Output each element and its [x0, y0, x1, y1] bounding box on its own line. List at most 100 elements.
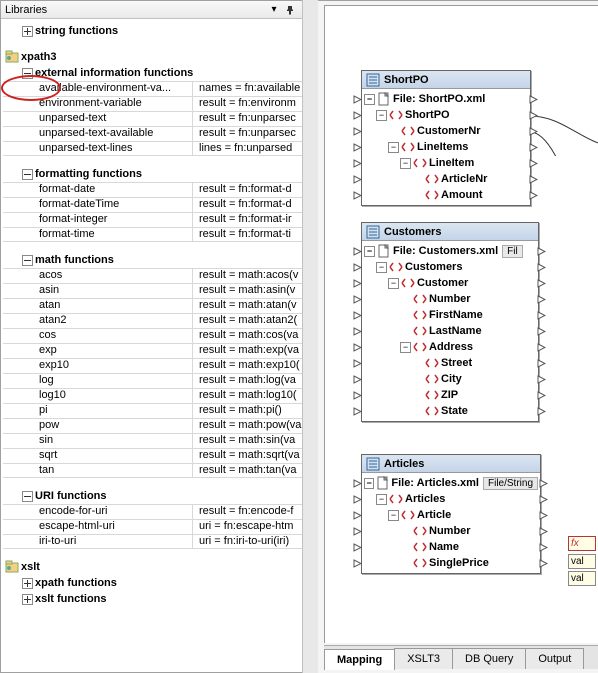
- function-row[interactable]: format-integerresult = fn:format-ir: [3, 212, 317, 227]
- tree-node[interactable]: SinglePrice: [364, 555, 538, 571]
- input-port[interactable]: [353, 279, 362, 288]
- input-port[interactable]: [353, 407, 362, 416]
- tree-node[interactable]: −Customers: [364, 259, 536, 275]
- function-row[interactable]: unparsed-textresult = fn:unparsec: [3, 111, 317, 126]
- panel-pin-icon[interactable]: [283, 3, 297, 17]
- input-port[interactable]: [353, 263, 362, 272]
- tree-node[interactable]: ArticleNr: [364, 171, 528, 187]
- function-row[interactable]: expresult = math:exp(va: [3, 343, 317, 358]
- function-row[interactable]: format-dateTimeresult = fn:format-d: [3, 197, 317, 212]
- output-port[interactable]: [537, 327, 546, 336]
- tree-node[interactable]: −ShortPO: [364, 107, 528, 123]
- output-port[interactable]: [529, 95, 538, 104]
- output-port[interactable]: [539, 559, 548, 568]
- input-port[interactable]: [353, 327, 362, 336]
- tree-expand-icon[interactable]: −: [388, 510, 399, 521]
- tree-node[interactable]: Number: [364, 291, 536, 307]
- tree-node[interactable]: FirstName: [364, 307, 536, 323]
- tree-node[interactable]: −Address: [364, 339, 536, 355]
- output-port[interactable]: [529, 111, 538, 120]
- file-chip[interactable]: File/String: [483, 477, 538, 490]
- tree-expand-icon[interactable]: −: [364, 478, 374, 489]
- output-port[interactable]: [529, 127, 538, 136]
- category-node[interactable]: formatting functions: [3, 166, 317, 182]
- input-port[interactable]: [353, 247, 362, 256]
- input-port[interactable]: [353, 127, 362, 136]
- function-fx[interactable]: fx: [568, 536, 596, 551]
- function-row[interactable]: acosresult = math:acos(v: [3, 268, 317, 283]
- output-port[interactable]: [529, 191, 538, 200]
- function-row[interactable]: format-dateresult = fn:format-d: [3, 182, 317, 197]
- function-value1[interactable]: val: [568, 554, 596, 569]
- output-port[interactable]: [537, 263, 546, 272]
- input-port[interactable]: [353, 527, 362, 536]
- function-row[interactable]: sinresult = math:sin(va: [3, 433, 317, 448]
- tree-expand-icon[interactable]: −: [400, 158, 411, 169]
- input-port[interactable]: [353, 175, 362, 184]
- tree-expand-icon[interactable]: −: [376, 110, 387, 121]
- tree-node[interactable]: −Articles: [364, 491, 538, 507]
- function-row[interactable]: log10result = math:log10(: [3, 388, 317, 403]
- function-row[interactable]: tanresult = math:tan(va: [3, 463, 317, 478]
- schema-title[interactable]: Articles: [362, 455, 540, 473]
- file-row[interactable]: −File: ShortPO.xml: [364, 91, 528, 107]
- tree-expand-icon[interactable]: −: [376, 494, 387, 505]
- output-port[interactable]: [537, 375, 546, 384]
- collapse-icon[interactable]: [21, 490, 33, 502]
- input-port[interactable]: [353, 311, 362, 320]
- tree-node[interactable]: City: [364, 371, 536, 387]
- function-row[interactable]: encode-for-uriresult = fn:encode-f: [3, 504, 317, 519]
- output-port[interactable]: [539, 543, 548, 552]
- schema-articles[interactable]: Articles −File: Articles.xmlFile/String−…: [361, 454, 541, 574]
- tree-node[interactable]: State: [364, 403, 536, 419]
- output-port[interactable]: [537, 311, 546, 320]
- function-value2[interactable]: val: [568, 571, 596, 586]
- collapse-icon[interactable]: [21, 168, 33, 180]
- function-row[interactable]: cosresult = math:cos(va: [3, 328, 317, 343]
- function-row[interactable]: unparsed-text-lineslines = fn:unparsed: [3, 141, 317, 156]
- input-port[interactable]: [353, 343, 362, 352]
- input-port[interactable]: [353, 559, 362, 568]
- input-port[interactable]: [353, 191, 362, 200]
- tree-node[interactable]: LastName: [364, 323, 536, 339]
- file-chip[interactable]: Fil: [502, 245, 523, 258]
- tree-node[interactable]: Name: [364, 539, 538, 555]
- input-port[interactable]: [353, 511, 362, 520]
- output-port[interactable]: [537, 343, 546, 352]
- input-port[interactable]: [353, 159, 362, 168]
- input-port[interactable]: [353, 479, 362, 488]
- function-row[interactable]: powresult = math:pow(va: [3, 418, 317, 433]
- category-node[interactable]: external information functions: [3, 65, 317, 81]
- input-port[interactable]: [353, 495, 362, 504]
- tree-node[interactable]: ZIP: [364, 387, 536, 403]
- function-row[interactable]: available-environment-va...names = fn:av…: [3, 81, 317, 96]
- tree-expand-icon[interactable]: −: [400, 342, 411, 353]
- output-port[interactable]: [537, 391, 546, 400]
- schema-customers[interactable]: Customers −File: Customers.xmlFil−Custom…: [361, 222, 539, 422]
- input-port[interactable]: [353, 111, 362, 120]
- file-row[interactable]: −File: Customers.xmlFil: [364, 243, 536, 259]
- tree-node[interactable]: −Article: [364, 507, 538, 523]
- output-port[interactable]: [537, 407, 546, 416]
- output-port[interactable]: [539, 495, 548, 504]
- function-row[interactable]: piresult = math:pi(): [3, 403, 317, 418]
- tree-node[interactable]: −Customer: [364, 275, 536, 291]
- collapse-icon[interactable]: [21, 254, 33, 266]
- tab-xslt3[interactable]: XSLT3: [394, 648, 453, 669]
- tree-expand-icon[interactable]: −: [388, 142, 399, 153]
- tree-node[interactable]: CustomerNr: [364, 123, 528, 139]
- expand-icon[interactable]: [21, 593, 33, 605]
- schema-shortpo[interactable]: ShortPO −File: ShortPO.xml−ShortPOCustom…: [361, 70, 531, 206]
- file-row[interactable]: −File: Articles.xmlFile/String: [364, 475, 538, 491]
- input-port[interactable]: [353, 543, 362, 552]
- category-node[interactable]: math functions: [3, 252, 317, 268]
- tree-node[interactable]: Number: [364, 523, 538, 539]
- library-xslt[interactable]: xslt: [3, 559, 317, 575]
- tree-expand-icon[interactable]: −: [364, 246, 375, 257]
- function-row[interactable]: sqrtresult = math:sqrt(va: [3, 448, 317, 463]
- category-node[interactable]: URI functions: [3, 488, 317, 504]
- input-port[interactable]: [353, 375, 362, 384]
- category-xslt-functions[interactable]: xslt functions: [3, 591, 317, 607]
- input-port[interactable]: [353, 143, 362, 152]
- function-row[interactable]: atan2result = math:atan2(: [3, 313, 317, 328]
